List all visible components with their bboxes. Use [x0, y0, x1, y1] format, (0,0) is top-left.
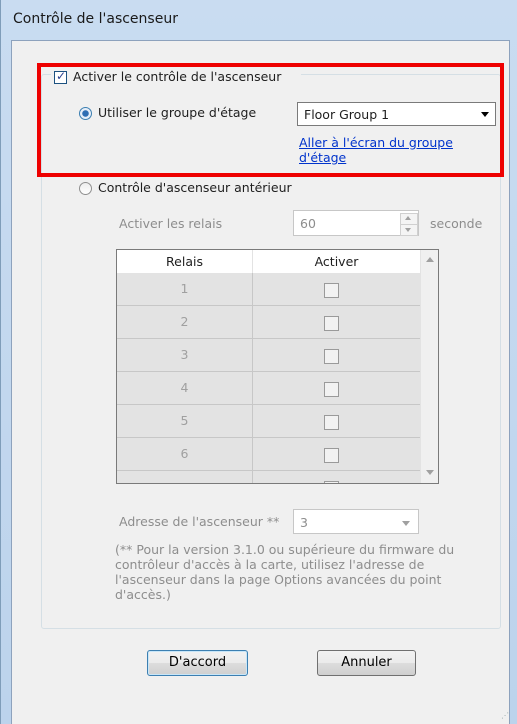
relay-number: 5: [180, 413, 189, 428]
table-row[interactable]: 5: [117, 405, 420, 438]
table-row[interactable]: 3: [117, 339, 420, 372]
firmware-note: (** Pour la version 3.1.0 ou supérieure …: [115, 542, 495, 602]
relay-enable-checkbox[interactable]: [324, 481, 339, 483]
column-header-enable[interactable]: Activer: [253, 254, 420, 269]
relay-number: 3: [180, 347, 189, 362]
scroll-up-icon[interactable]: [426, 257, 434, 262]
relay-unit-label: seconde: [430, 216, 483, 231]
note-line-2: contrôleur d'accès à la carte, utilisez …: [115, 557, 425, 572]
relay-enable-checkbox[interactable]: [324, 415, 339, 430]
relay-enable-checkbox[interactable]: [324, 448, 339, 463]
table-row[interactable]: 6: [117, 438, 420, 471]
legacy-control-radio[interactable]: [79, 182, 92, 195]
relay-enable-checkbox[interactable]: [324, 316, 339, 331]
relay-number: 6: [180, 446, 189, 461]
ok-button-label: D'accord: [168, 655, 227, 670]
note-line-1: (** Pour la version 3.1.0 ou supérieure …: [115, 542, 455, 557]
table-row[interactable]: 1: [117, 273, 420, 306]
ok-button[interactable]: D'accord: [147, 650, 248, 676]
table-header: Relais Activer: [117, 250, 420, 274]
relay-enable-checkbox[interactable]: [324, 382, 339, 397]
relay-number: 2: [180, 314, 189, 329]
relay-enable-checkbox[interactable]: [324, 349, 339, 364]
column-header-relay[interactable]: Relais: [117, 254, 252, 269]
note-line-4: d'accès.): [115, 587, 171, 602]
resize-grip-icon[interactable]: ⋰: [501, 712, 511, 722]
highlight-box: [37, 63, 504, 177]
cancel-button[interactable]: Annuler: [317, 650, 416, 676]
cancel-button-label: Annuler: [341, 655, 392, 670]
relay-enable-checkbox[interactable]: [324, 283, 339, 298]
elevator-address-dropdown[interactable]: 3: [293, 509, 419, 534]
relay-activation-label: Activer les relais: [119, 216, 223, 231]
spin-down-icon[interactable]: [400, 224, 418, 236]
dialog-window: Contrôle de l'ascenseur ✓ Activer le con…: [0, 0, 517, 724]
window-title: Contrôle de l'ascenseur: [13, 11, 178, 27]
relay-table: Relais Activer 1 2 3 4 5 6: [116, 249, 439, 484]
relay-number: 4: [180, 380, 189, 395]
elevator-address-value: 3: [300, 515, 308, 530]
scroll-down-icon[interactable]: [426, 470, 434, 475]
table-row[interactable]: 4: [117, 372, 420, 405]
legacy-control-radio-label: Contrôle d'ascenseur antérieur: [98, 180, 292, 195]
relay-number: 1: [180, 281, 189, 296]
table-row[interactable]: 2: [117, 306, 420, 339]
table-row-partial[interactable]: [117, 471, 420, 483]
elevator-address-label: Adresse de l'ascenseur **: [119, 514, 280, 529]
note-line-3: l'ascenseur dans la page Options avancée…: [115, 572, 442, 587]
relay-duration-spinner[interactable]: 60: [293, 210, 419, 236]
chevron-down-icon: [402, 521, 410, 526]
relay-duration-value: 60: [300, 216, 316, 231]
table-scrollbar[interactable]: [420, 250, 438, 483]
